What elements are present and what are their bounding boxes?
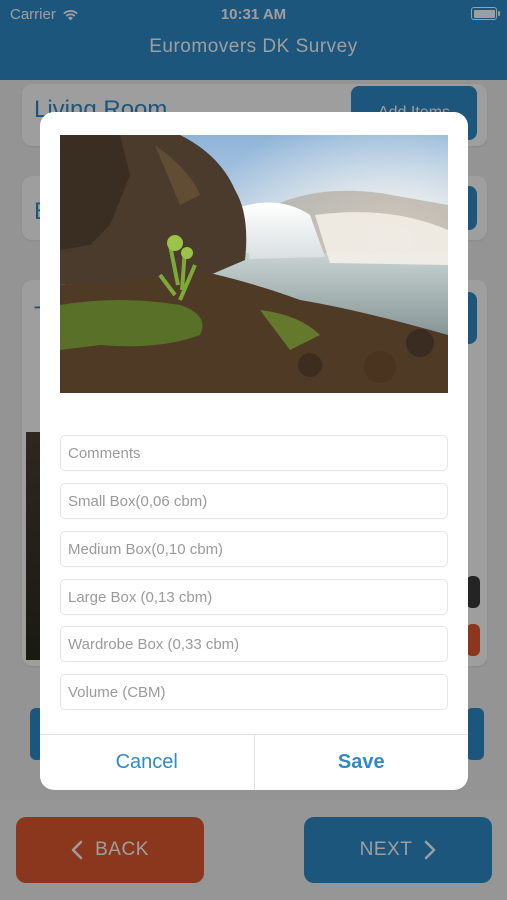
save-button[interactable]: Save xyxy=(255,735,469,790)
save-label: Save xyxy=(337,751,385,773)
cancel-button[interactable]: Cancel xyxy=(40,735,255,790)
medium-box-field[interactable] xyxy=(60,531,448,567)
add-item-dialog: Cancel Save xyxy=(40,112,468,790)
wardrobe-box-field[interactable] xyxy=(60,626,448,662)
dialog-actions: Cancel Save xyxy=(40,734,468,790)
cancel-label: Cancel xyxy=(115,751,178,773)
item-photo[interactable] xyxy=(60,135,448,393)
comments-field[interactable] xyxy=(60,435,448,471)
volume-field[interactable] xyxy=(60,674,448,710)
large-box-field[interactable] xyxy=(60,579,448,615)
waterfall-landscape-image xyxy=(60,135,448,393)
small-box-field[interactable] xyxy=(60,483,448,519)
